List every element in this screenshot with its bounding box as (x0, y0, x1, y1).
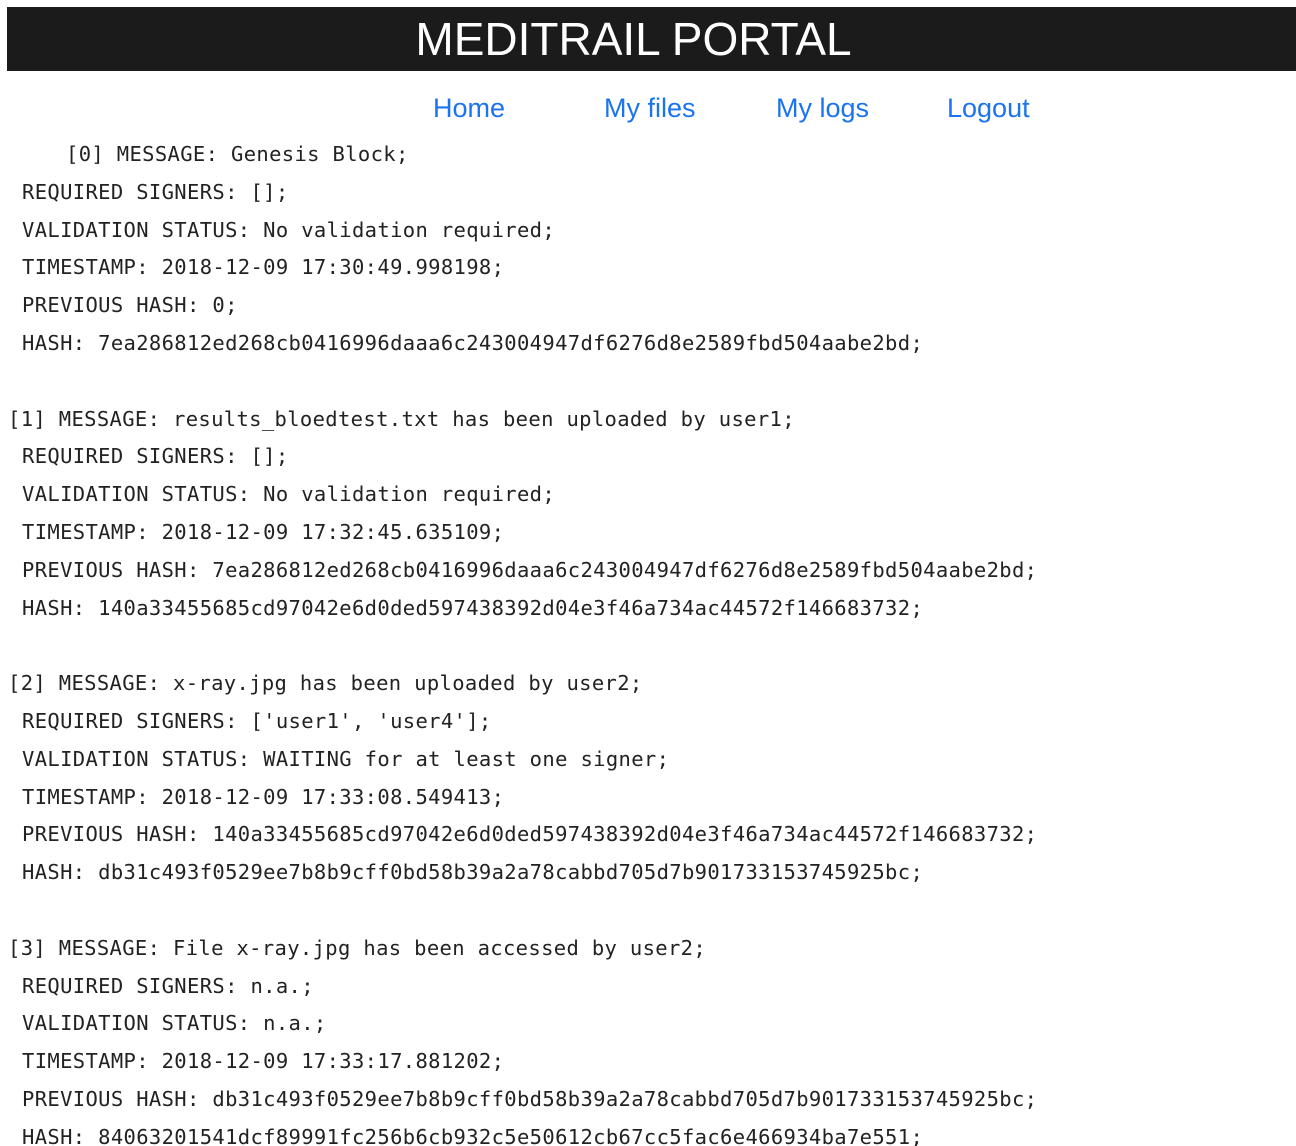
log-block: [0] MESSAGE: Genesis Block; REQUIRED SIG… (0, 136, 1296, 363)
header-bar: MEDITRAIL PORTAL (7, 7, 1296, 71)
log-hash: HASH: 140a33455685cd97042e6d0ded59743839… (22, 595, 924, 620)
log-required-signers: REQUIRED SIGNERS: []; (22, 179, 289, 204)
log-required-signers: REQUIRED SIGNERS: []; (22, 444, 289, 469)
log-hash: HASH: 84063201541dcf89991fc256b6cb932c5e… (22, 1124, 924, 1146)
log-timestamp: TIMESTAMP: 2018-12-09 17:32:45.635109; (22, 519, 505, 544)
log-message: [3] MESSAGE: File x-ray.jpg has been acc… (8, 935, 707, 960)
main-nav: Home My files My logs Logout (0, 93, 1296, 129)
log-required-signers: REQUIRED SIGNERS: n.a.; (22, 973, 314, 998)
page: MEDITRAIL PORTAL Home My files My logs L… (0, 0, 1296, 1146)
log-validation-status: VALIDATION STATUS: n.a.; (22, 1011, 327, 1036)
log-timestamp: TIMESTAMP: 2018-12-09 17:33:17.881202; (22, 1049, 505, 1074)
log-previous-hash: PREVIOUS HASH: 140a33455685cd97042e6d0de… (22, 822, 1038, 847)
log-list: [0] MESSAGE: Genesis Block; REQUIRED SIG… (0, 136, 1296, 1146)
log-block: [3] MESSAGE: File x-ray.jpg has been acc… (0, 930, 1296, 1146)
log-previous-hash: PREVIOUS HASH: db31c493f0529ee7b8b9cff0b… (22, 1086, 1038, 1111)
log-block: [2] MESSAGE: x-ray.jpg has been uploaded… (0, 665, 1296, 892)
nav-link-my-logs[interactable]: My logs (776, 93, 869, 124)
log-message: [0] MESSAGE: Genesis Block; (66, 142, 409, 166)
log-validation-status: VALIDATION STATUS: WAITING for at least … (22, 746, 670, 771)
nav-link-home[interactable]: Home (433, 93, 505, 124)
log-validation-status: VALIDATION STATUS: No validation require… (22, 482, 556, 507)
log-validation-status: VALIDATION STATUS: No validation require… (22, 217, 556, 242)
log-timestamp: TIMESTAMP: 2018-12-09 17:33:08.549413; (22, 784, 505, 809)
page-title: MEDITRAIL PORTAL (415, 13, 852, 65)
log-message: [1] MESSAGE: results_bloedtest.txt has b… (8, 406, 795, 431)
log-block: [1] MESSAGE: results_bloedtest.txt has b… (0, 401, 1296, 628)
log-timestamp: TIMESTAMP: 2018-12-09 17:30:49.998198; (22, 255, 505, 280)
log-previous-hash: PREVIOUS HASH: 0; (22, 293, 238, 318)
log-hash: HASH: db31c493f0529ee7b8b9cff0bd58b39a2a… (22, 860, 924, 885)
log-hash: HASH: 7ea286812ed268cb0416996daaa6c24300… (22, 330, 924, 355)
nav-link-logout[interactable]: Logout (947, 93, 1030, 124)
log-required-signers: REQUIRED SIGNERS: ['user1', 'user4']; (22, 708, 492, 733)
nav-link-my-files[interactable]: My files (604, 93, 696, 124)
log-message: [2] MESSAGE: x-ray.jpg has been uploaded… (8, 671, 643, 696)
log-previous-hash: PREVIOUS HASH: 7ea286812ed268cb0416996da… (22, 557, 1038, 582)
